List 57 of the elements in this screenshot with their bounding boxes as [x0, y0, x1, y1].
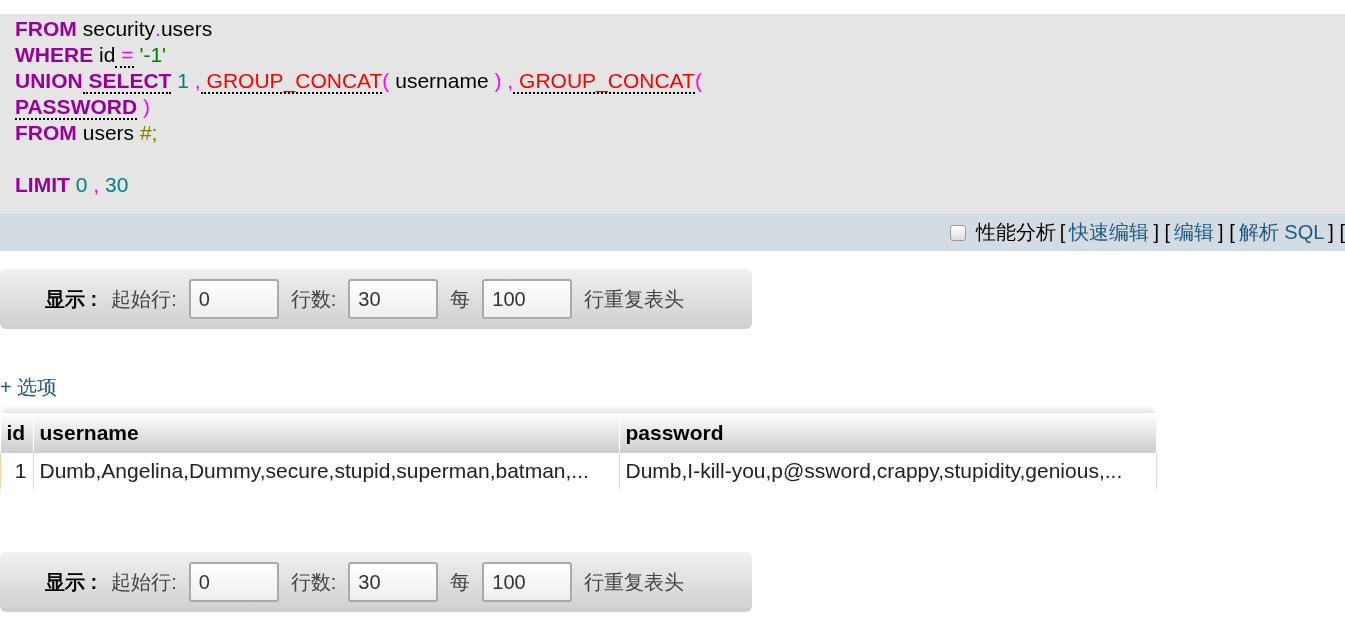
sql-number: 1 — [176, 70, 189, 92]
action-link[interactable]: 编辑 — [1174, 219, 1215, 246]
sql-keyword[interactable]: SELECT — [82, 70, 172, 94]
table-cell: Dumb,Angelina,Dummy,secure,stupid,superman,batman,... — [33, 453, 619, 490]
sql-number: 0 — [74, 174, 88, 196]
sql-number: 30 — [104, 174, 129, 196]
sql-operator: , — [506, 70, 514, 92]
sql-string: '-1' — [138, 44, 167, 66]
display-label: 显示 : — [45, 569, 98, 595]
sql-operator: , — [193, 70, 201, 92]
sql-operator: ) — [493, 70, 502, 92]
every-label: 每 — [450, 286, 471, 312]
options-link[interactable]: + 选项 — [0, 374, 58, 401]
sql-operator: ( — [694, 70, 702, 92]
profiling-label: 性能分析 — [975, 220, 1056, 245]
every-label: 每 — [450, 569, 471, 595]
action-link[interactable]: 解析 SQL — [1238, 219, 1325, 246]
sql-keyword: FROM — [15, 122, 77, 144]
profiling-checkbox[interactable] — [949, 224, 966, 241]
row-count-field[interactable]: 30 — [348, 562, 439, 602]
sql-operator: , — [92, 174, 100, 196]
action-link[interactable]: 快速编辑 — [1069, 219, 1150, 246]
row-count-field[interactable]: 30 — [348, 279, 439, 319]
sql-identifier: security — [81, 18, 156, 40]
sql-keyword: WHERE — [15, 44, 94, 66]
sql-identifier: id — [98, 44, 116, 66]
column-header[interactable]: id — [0, 413, 33, 453]
sql-operator: ) — [142, 96, 150, 118]
sql-keyword[interactable]: PASSWORD — [15, 96, 138, 120]
sql-identifier: users — [160, 18, 213, 40]
start-row-label: 起始行: — [111, 569, 177, 595]
sql-keyword: UNION — [15, 70, 83, 92]
column-header[interactable]: password — [619, 413, 1157, 453]
bracket-text: ] [ — [1218, 221, 1235, 244]
repeat-header-label: 行重复表头 — [584, 286, 685, 312]
bracket-text: ] [ — [1153, 221, 1171, 244]
sql-operator: ( — [382, 70, 390, 92]
table-cell: 1 — [0, 453, 33, 490]
column-header[interactable]: username — [33, 413, 619, 453]
bracket-text: [ — [1059, 221, 1066, 244]
sql-identifier: username — [394, 70, 489, 92]
sql-keyword: FROM — [15, 18, 77, 40]
row-count-label: 行数: — [290, 286, 337, 312]
row-count-label: 行数: — [290, 569, 337, 595]
start-row-field[interactable]: 0 — [188, 279, 279, 319]
header-repeat-field[interactable]: 100 — [482, 562, 573, 602]
start-row-label: 起始行: — [111, 286, 177, 312]
sql-comment: #; — [138, 122, 158, 144]
display-label: 显示 : — [45, 286, 98, 312]
table-cell: Dumb,I-kill-you,p@ssword,crappy,stupidity,genious,... — [619, 453, 1157, 490]
header-repeat-field[interactable]: 100 — [482, 279, 573, 319]
bracket-text: ] [ — [1328, 221, 1345, 244]
sql-operator: . — [155, 18, 161, 40]
sql-keyword: LIMIT — [15, 174, 70, 196]
start-row-field[interactable]: 0 — [188, 562, 279, 602]
repeat-header-label: 行重复表头 — [584, 569, 685, 595]
sql-identifier: users — [81, 122, 135, 144]
